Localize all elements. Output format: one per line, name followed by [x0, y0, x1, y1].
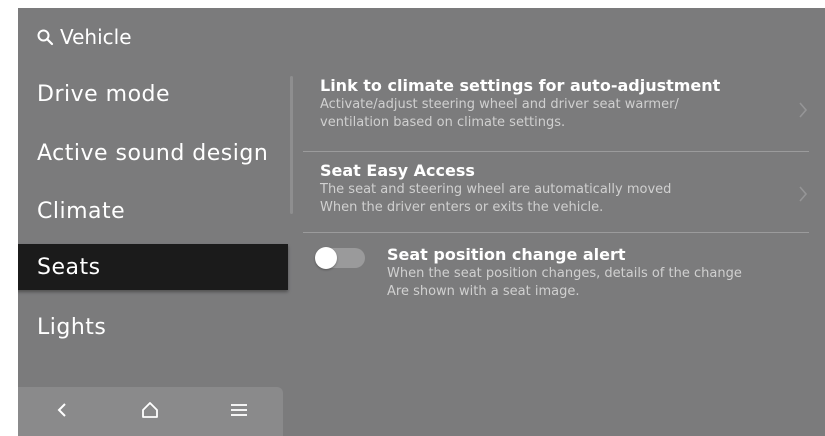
search-icon[interactable] [36, 28, 54, 46]
setting-seat-easy-access[interactable]: Seat Easy Access The seat and steering w… [303, 152, 809, 233]
sidebar-item-active-sound-design[interactable]: Active sound design [18, 130, 290, 176]
sidebar-item-seats[interactable]: Seats [18, 244, 288, 290]
sidebar-item-label: Climate [37, 198, 126, 224]
toggle-knob [315, 247, 337, 269]
setting-link-climate[interactable]: Link to climate settings for auto-adjust… [303, 68, 809, 152]
setting-description: The seat and steering wheel are automati… [320, 182, 672, 197]
sidebar-item-drive-mode[interactable]: Drive mode [18, 71, 290, 117]
setting-description: ventilation based on climate settings. [320, 115, 566, 130]
setting-title: Link to climate settings for auto-adjust… [320, 76, 721, 95]
header: Vehicle [36, 22, 132, 52]
setting-seat-position-alert[interactable]: Seat position change alert When the seat… [303, 233, 809, 323]
sidebar-item-lights[interactable]: Lights [18, 304, 290, 350]
sidebar-item-label: Drive mode [37, 81, 171, 107]
back-button[interactable] [32, 392, 92, 432]
sidebar-item-label: Lights [37, 314, 107, 340]
sidebar-item-climate[interactable]: Climate [18, 188, 290, 234]
menu-icon [230, 402, 248, 422]
setting-title: Seat position change alert [387, 245, 626, 264]
home-icon [141, 401, 159, 423]
setting-description: When the seat position changes, details … [387, 266, 742, 281]
seat-position-alert-toggle[interactable] [315, 247, 365, 269]
back-icon [56, 402, 68, 422]
setting-description: Activate/adjust steering wheel and drive… [320, 97, 679, 112]
bottom-nav-bar [18, 387, 283, 436]
chevron-right-icon [797, 184, 809, 204]
chevron-right-icon [797, 100, 809, 120]
setting-description: When the driver enters or exits the vehi… [320, 200, 604, 215]
setting-description: Are shown with a seat image. [387, 284, 580, 299]
page-title: Vehicle [60, 25, 132, 49]
settings-list: Link to climate settings for auto-adjust… [303, 68, 809, 323]
sidebar-scrollbar[interactable] [290, 76, 293, 214]
setting-title: Seat Easy Access [320, 161, 475, 180]
sidebar-item-label: Seats [37, 254, 101, 280]
home-button[interactable] [120, 392, 180, 432]
menu-button[interactable] [209, 392, 269, 432]
vehicle-settings-screen: Vehicle Drive mode Active sound design C… [18, 8, 825, 436]
sidebar-item-label: Active sound design [37, 140, 269, 166]
